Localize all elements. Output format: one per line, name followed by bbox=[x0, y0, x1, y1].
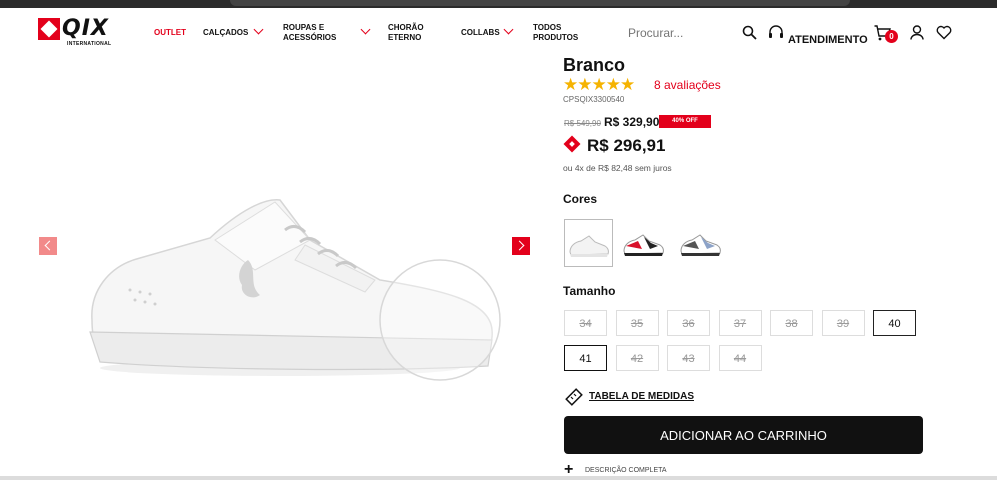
gallery-prev-button[interactable] bbox=[39, 237, 57, 255]
sneaker-image bbox=[89, 199, 501, 381]
ruler-icon bbox=[565, 388, 583, 406]
size-option-42[interactable]: 42 bbox=[615, 345, 659, 371]
color-option-grey-black[interactable] bbox=[677, 219, 724, 265]
nav-outlet[interactable]: OUTLET bbox=[154, 28, 186, 38]
nav-chorao-eterno[interactable]: CHORÃO ETERNO bbox=[388, 23, 438, 43]
size-option-36[interactable]: 36 bbox=[667, 310, 710, 336]
bottom-scroll-bar bbox=[0, 476, 997, 480]
logo-word: QIX bbox=[62, 16, 109, 41]
size-option-41[interactable]: 41 bbox=[564, 345, 607, 371]
qix-logo[interactable]: QIX INTERNATIONAL bbox=[38, 16, 112, 50]
size-table-link[interactable]: TABELA DE MEDIDAS bbox=[589, 391, 694, 402]
product-gallery bbox=[0, 60, 545, 480]
atendimento-link[interactable]: ATENDIMENTO bbox=[788, 34, 868, 46]
headset-icon[interactable] bbox=[768, 25, 784, 41]
product-title: Branco bbox=[563, 55, 626, 75]
nav-collabs[interactable]: COLLABS bbox=[461, 28, 500, 38]
logo-subtitle: INTERNATIONAL bbox=[67, 41, 112, 47]
gallery-next-button[interactable] bbox=[512, 237, 530, 255]
product-sku: CPSQIX3300540 bbox=[563, 95, 625, 104]
size-option-40[interactable]: 40 bbox=[873, 310, 916, 336]
nav-roupas[interactable]: ROUPAS E ACESSÓRIOS bbox=[283, 23, 353, 43]
nav-todos-produtos[interactable]: TODOS PRODUTOS bbox=[533, 23, 593, 43]
size-option-35[interactable]: 35 bbox=[615, 310, 659, 336]
rating-stars-icon: ★★★★★ bbox=[563, 75, 635, 94]
pix-price: R$ 296,91 bbox=[587, 136, 666, 155]
search-icon[interactable] bbox=[742, 25, 757, 40]
size-option-37[interactable]: 37 bbox=[718, 310, 762, 336]
size-label: Tamanho bbox=[563, 284, 616, 298]
user-icon[interactable] bbox=[910, 25, 924, 40]
chevron-down-icon bbox=[503, 24, 514, 35]
description-toggle[interactable]: DESCRIÇÃO COMPLETA bbox=[585, 467, 667, 474]
old-price: R$ 549,90 bbox=[564, 119, 601, 128]
chevron-right-icon bbox=[514, 240, 525, 251]
nav-calcados[interactable]: CALÇADOS bbox=[203, 28, 248, 38]
installments-text: ou 4x de R$ 82,48 sem juros bbox=[563, 163, 672, 173]
colors-label: Cores bbox=[563, 192, 598, 206]
browser-top-bar bbox=[0, 0, 997, 8]
color-option-white[interactable] bbox=[564, 219, 613, 267]
pix-icon bbox=[563, 135, 581, 153]
logo-mark-icon bbox=[38, 18, 60, 40]
size-option-38[interactable]: 38 bbox=[770, 310, 813, 336]
chevron-down-icon bbox=[360, 24, 371, 35]
color-option-red-black[interactable] bbox=[620, 219, 667, 265]
size-option-34[interactable]: 34 bbox=[564, 310, 607, 336]
chevron-left-icon bbox=[44, 240, 55, 251]
size-option-43[interactable]: 43 bbox=[667, 345, 710, 371]
reviews-link[interactable]: 8 avaliações bbox=[654, 78, 721, 92]
chevron-down-icon bbox=[253, 24, 264, 35]
heart-icon[interactable] bbox=[936, 25, 952, 40]
site-header: QIX INTERNATIONAL OUTLET CALÇADOS ROUPAS… bbox=[0, 8, 997, 58]
size-option-44[interactable]: 44 bbox=[718, 345, 762, 371]
cart-count-badge: 0 bbox=[885, 30, 898, 43]
discount-badge: 40% OFF bbox=[659, 115, 711, 128]
current-price: R$ 329,90 bbox=[604, 115, 660, 129]
add-to-cart-button[interactable]: ADICIONAR AO CARRINHO bbox=[564, 416, 923, 454]
size-option-39[interactable]: 39 bbox=[821, 310, 865, 336]
